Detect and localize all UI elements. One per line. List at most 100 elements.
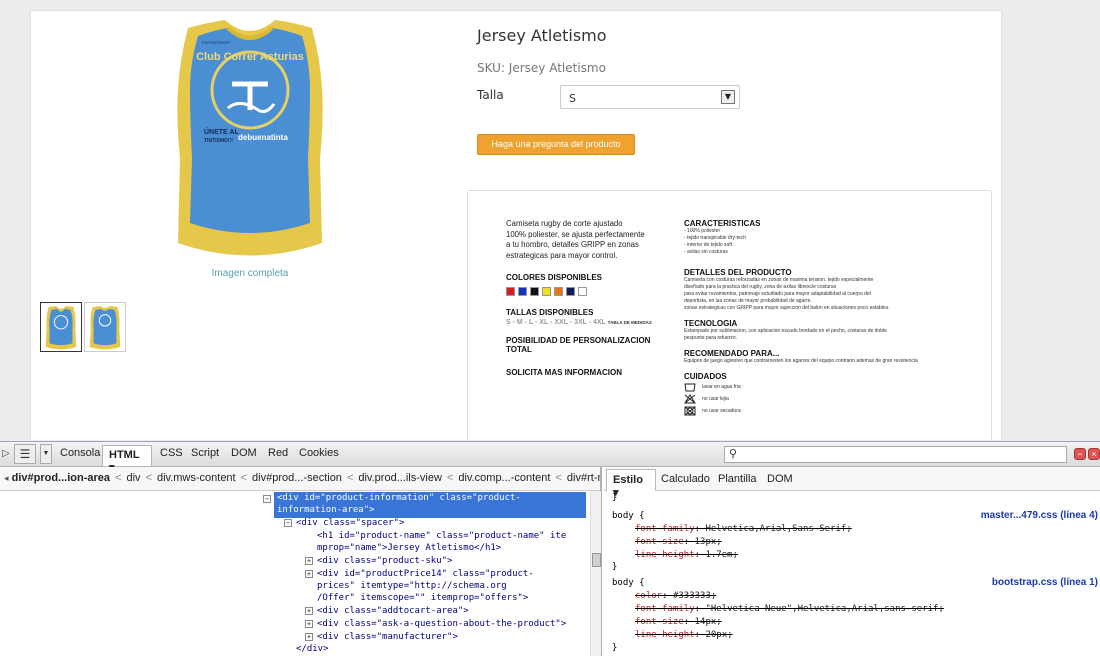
tree-line[interactable]: /Offer" itemscope="" itemprop="offers"> (317, 592, 528, 605)
tree-line[interactable]: <h1 id="product-name" class="product-nam… (317, 530, 566, 543)
inspect-icon[interactable]: ▷ (2, 448, 10, 459)
tab-cookies[interactable]: Cookies (299, 447, 339, 459)
css-property[interactable]: line-height: 20px; (635, 629, 733, 642)
rule-selector[interactable]: body { (612, 510, 645, 523)
expand-icon[interactable]: + (305, 633, 313, 641)
menu-dropdown-icon[interactable]: ▼ (40, 444, 52, 464)
devtools-toolbar: ▷ ☰ ▼ Consola HTML ▾ CSS Script DOM Red … (0, 442, 1100, 474)
tree-line: information-area"> (277, 505, 375, 515)
technology-title: TECNOLOGIA (684, 319, 738, 328)
breadcrumb-item[interactable]: div.comp...-content (458, 472, 550, 484)
devtools-search-input[interactable]: ⚲ (724, 446, 1067, 463)
recommended-text: Equipos de juego agresivo que contrarres… (684, 358, 918, 364)
rule-source-link[interactable]: master...479.css (línea 4) (981, 510, 1098, 523)
jersey-thumbnail-back (89, 306, 121, 350)
devtools-panel: ▷ ☰ ▼ Consola HTML ▾ CSS Script DOM Red … (0, 441, 1100, 656)
dropdown-arrow-icon[interactable]: ▼ (721, 90, 735, 104)
tab-console[interactable]: Consola (60, 447, 100, 459)
breadcrumb-item[interactable]: div.mws-content (157, 472, 236, 484)
product-description-image: Camiseta rugby de corte ajustado 100% po… (467, 190, 992, 440)
jersey-main-image[interactable]: Club Correr Asturias ÚNETE AL TINTISMO!!… (170, 18, 330, 266)
breadcrumb-left-icon[interactable]: ◂ (4, 473, 9, 483)
tree-line[interactable]: prices" itemtype="http://schema.org (317, 580, 507, 593)
ask-question-button[interactable]: Haga una pregunta del producto (477, 134, 635, 155)
no-bleach-icon (684, 394, 696, 404)
rule-source-link[interactable]: bootstrap.css (línea 1) (992, 577, 1098, 590)
html-tree: − <div id="product-information" class="p… (0, 491, 601, 656)
tab-plantilla[interactable]: Plantilla (718, 473, 757, 485)
care-item: lavar en agua fria (684, 381, 984, 393)
html-tree-scrollbar[interactable] (590, 491, 601, 656)
breadcrumb-item[interactable]: div (126, 472, 140, 484)
breadcrumb-item[interactable]: div#prod...-section (252, 472, 342, 484)
css-property[interactable]: line-height: 1.7em; (635, 549, 738, 562)
css-property[interactable]: font-family: Helvetica,Arial,Sans-Serif; (635, 523, 852, 536)
tree-line[interactable]: mprop="name">Jersey Atletismo</h1> (317, 542, 501, 555)
rule-close-brace: } (612, 562, 618, 572)
css-property[interactable]: font-size: 14px; (635, 616, 722, 629)
breadcrumb-item[interactable]: div.prod...ils-view (358, 472, 442, 484)
tree-line[interactable]: <div class="addtocart-area"> (317, 605, 469, 618)
css-property[interactable]: color: #333333; (635, 590, 716, 603)
expand-icon[interactable]: + (305, 557, 313, 565)
jersey-slogan-2: TINTISMO!!! (204, 138, 233, 144)
collapse-icon[interactable]: − (263, 495, 271, 503)
minimize-icon[interactable]: − (1074, 448, 1086, 460)
size-select[interactable]: S ▼ (560, 85, 740, 109)
details-title: DETALLES DEL PRODUCTO (684, 268, 792, 277)
property-value: 20px; (705, 630, 733, 640)
expand-icon[interactable]: + (305, 570, 313, 578)
tab-red[interactable]: Red (268, 447, 288, 459)
description-intro: Camiseta rugby de corte ajustado 100% po… (506, 219, 645, 260)
tab-dom-side[interactable]: DOM (767, 473, 793, 485)
property-value: Helvetica,Arial,Sans-Serif; (705, 524, 852, 534)
css-property[interactable]: font-size: 13px; (635, 536, 722, 549)
more-info-text: SOLICITA MAS INFORMACION (506, 368, 622, 377)
property-value: 14px; (694, 617, 722, 627)
collapse-icon[interactable]: − (284, 519, 292, 527)
tab-calculado[interactable]: Calculado (661, 473, 710, 485)
rule-close-brace: } (612, 493, 618, 503)
property-name: line-height (635, 550, 695, 560)
thumbnail-front[interactable] (40, 302, 82, 352)
tree-line[interactable]: <div id="productPrice14" class="product- (317, 568, 534, 581)
size-select-value: S (569, 92, 576, 105)
scrollbar-thumb[interactable] (592, 553, 601, 567)
expand-icon[interactable]: + (305, 607, 313, 615)
menu-icon[interactable]: ☰ (14, 444, 36, 464)
tab-dom[interactable]: DOM (231, 447, 257, 459)
expand-icon[interactable]: + (305, 620, 313, 628)
close-icon[interactable]: × (1088, 448, 1100, 460)
rule-selector[interactable]: body { (612, 577, 645, 590)
property-name: color (635, 591, 663, 601)
color-swatch (566, 287, 575, 296)
tree-line[interactable]: </div> (296, 643, 329, 656)
sizes-list: S - M - L - XL - XXL - 3XL - 4XL TABLA D… (506, 319, 676, 326)
full-image-link[interactable]: Imagen completa (170, 268, 330, 279)
tab-estilo[interactable]: Estilo ▾ (606, 469, 656, 499)
tab-script[interactable]: Script (191, 447, 219, 459)
care-item: no usar lejia (684, 393, 984, 405)
breadcrumb-item[interactable]: div#rt-m (567, 472, 600, 484)
tree-line[interactable]: <div class="spacer"> (296, 517, 404, 530)
tab-html[interactable]: HTML ▾ (102, 445, 152, 474)
style-panel: Estilo ▾ Calculado Plantilla DOM } body … (604, 467, 1100, 656)
property-value: #333333; (672, 591, 717, 601)
care-title: CUIDADOS (684, 372, 727, 381)
jersey-slogan: ÚNETE AL (204, 127, 239, 136)
no-tumble-dry-icon (684, 406, 696, 416)
property-value: "Helvetica Neue",Helvetica,Arial,sans-se… (705, 604, 944, 614)
rule-close-brace: } (612, 643, 618, 653)
css-property[interactable]: font-family: "Helvetica Neue",Helvetica,… (635, 603, 944, 616)
thumbnail-back[interactable] (84, 302, 126, 352)
selected-node[interactable]: <div id="product-information" class="pro… (274, 492, 586, 518)
tree-line[interactable]: <div class="manufacturer"> (317, 631, 458, 644)
tree-line[interactable]: <div class="product-sku"> (317, 555, 452, 568)
jersey-brand: ESPORTSHOP (202, 40, 230, 45)
tree-line[interactable]: <div class="ask-a-question-about-the-pro… (317, 618, 566, 631)
color-swatch (578, 287, 587, 296)
property-name: font-size (635, 537, 684, 547)
tab-css[interactable]: CSS (160, 447, 183, 459)
sizes-title: TALLAS DISPONIBLES (506, 308, 594, 317)
breadcrumb-item[interactable]: div#prod...ion-area (12, 472, 110, 484)
